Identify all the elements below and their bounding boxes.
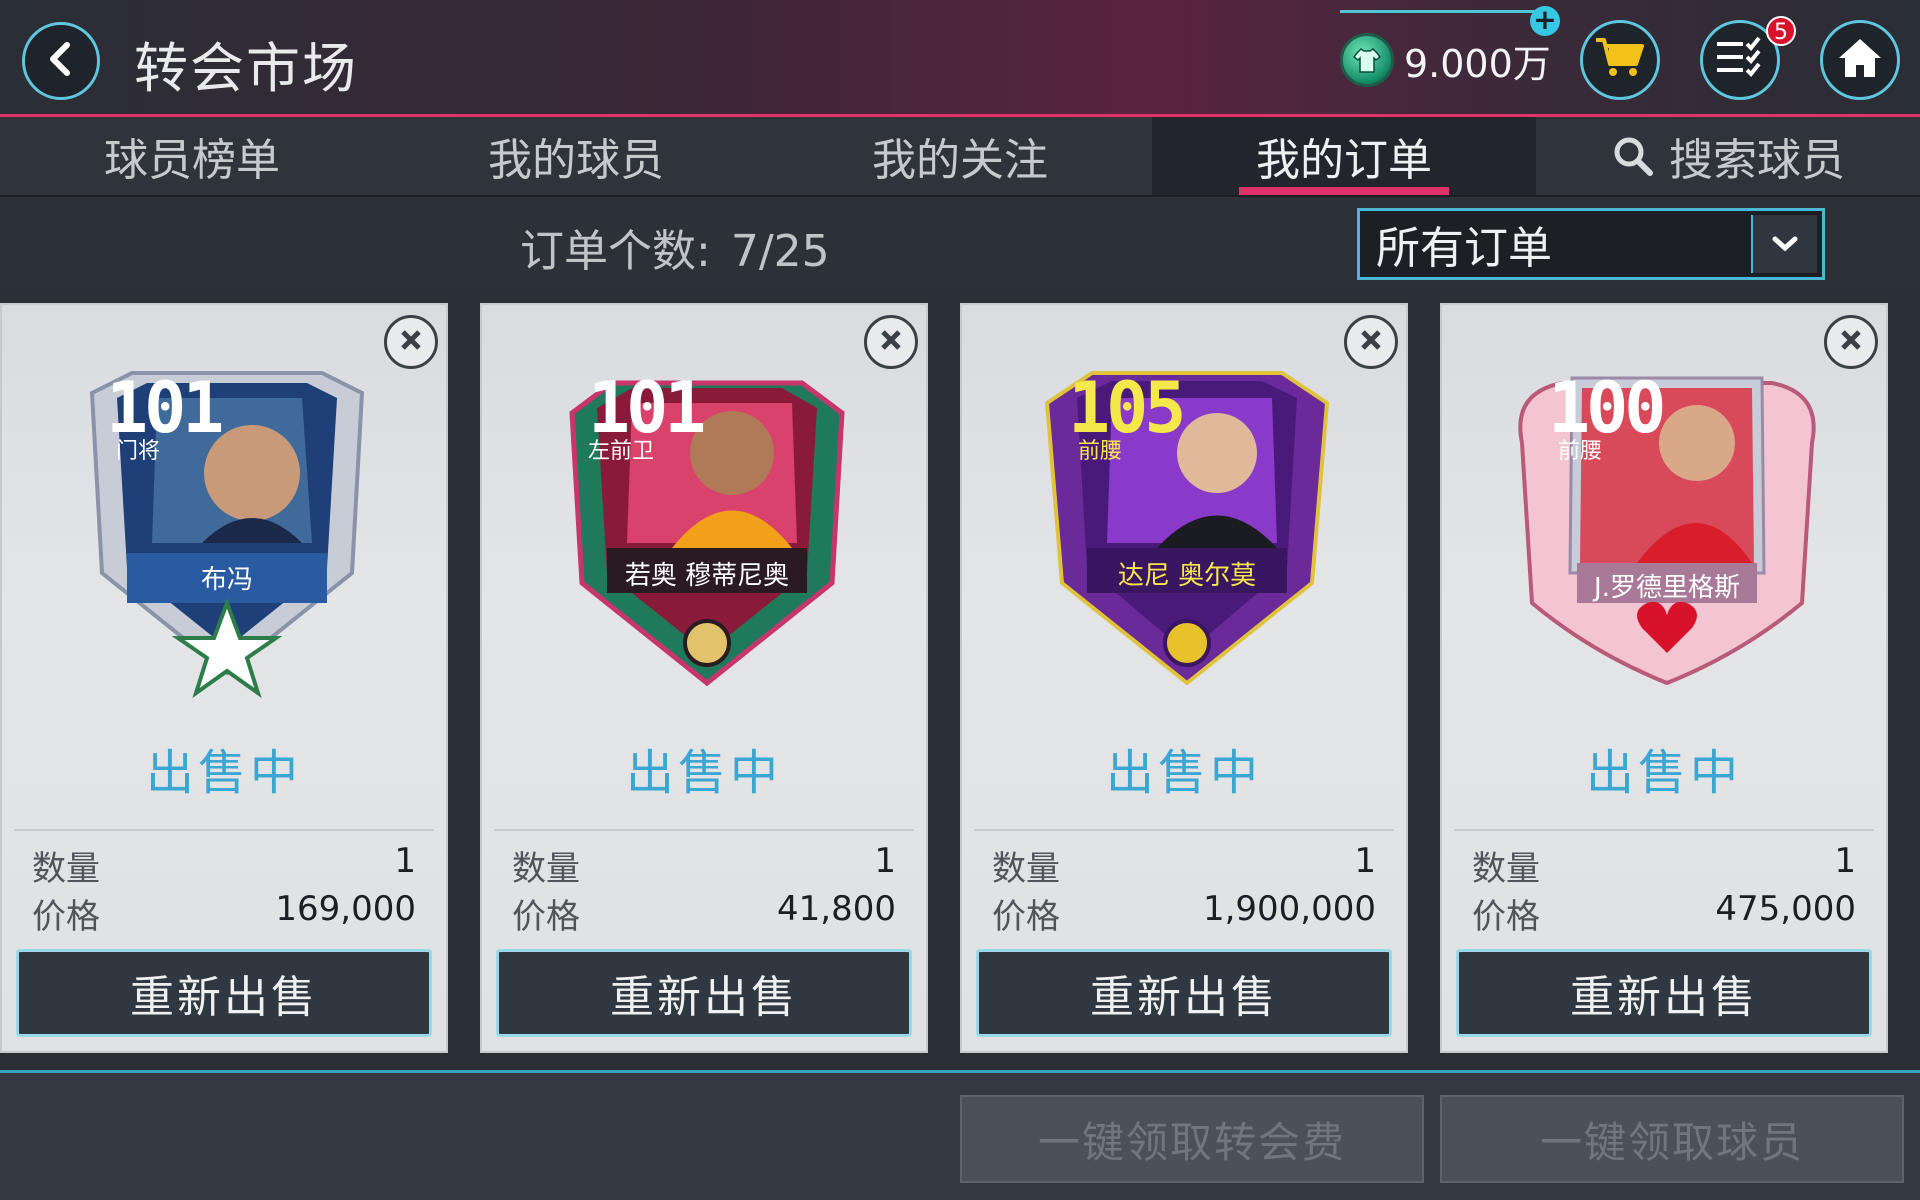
resell-button[interactable]: 重新出售 (496, 949, 912, 1037)
order-card: 101 门将 布冯 出售中 数量 1 价格 169,000 重新出售 (0, 303, 448, 1053)
coin-amount: 9.000万 (1404, 41, 1551, 86)
chevron-down-icon[interactable] (1751, 215, 1817, 273)
sale-status: 出售中 (625, 745, 782, 801)
tab-my-players[interactable]: 我的球员 (384, 117, 768, 195)
price-row: 价格 169,000 (32, 889, 416, 938)
player-card-art: 100 前腰 J.罗德里格斯 (1502, 353, 1832, 713)
order-card-list: 101 门将 布冯 出售中 数量 1 价格 169,000 重新出售 101 左… (0, 303, 1920, 1055)
order-card: 105 前腰 达尼 奥尔莫 出售中 数量 1 价格 1,900,000 重新出售 (960, 303, 1408, 1053)
top-bar: 转会市场 + 9.000万 5 (0, 0, 1920, 117)
quantity-label: 数量 (32, 849, 100, 889)
price-label: 价格 (992, 897, 1060, 937)
player-card-art: 101 门将 布冯 (62, 353, 392, 713)
price-value: 1,900,000 (1202, 889, 1376, 929)
order-toolbar: 订单个数: 7/25 所有订单 (0, 195, 1920, 287)
quantity-label: 数量 (992, 849, 1060, 889)
remove-order-button[interactable] (1344, 315, 1398, 369)
tab-my-watchlist[interactable]: 我的关注 (768, 117, 1152, 195)
price-value: 169,000 (275, 889, 416, 929)
quantity-row: 数量 1 (992, 841, 1376, 890)
coin-balance: 9.000万 (1340, 30, 1551, 90)
quantity-label: 数量 (1472, 849, 1540, 889)
close-icon (1838, 327, 1864, 357)
remove-order-button[interactable] (1824, 315, 1878, 369)
price-value: 475,000 (1715, 889, 1856, 929)
order-count-label: 订单个数: (520, 226, 711, 277)
sale-status: 出售中 (1585, 745, 1742, 801)
tab-my-orders[interactable]: 我的订单 (1152, 117, 1536, 195)
quantity-value: 1 (1834, 841, 1856, 881)
quantity-row: 数量 1 (1472, 841, 1856, 890)
quantity-label: 数量 (512, 849, 580, 889)
quantity-value: 1 (874, 841, 896, 881)
tab-label: 我的关注 (872, 135, 1048, 186)
close-icon (878, 327, 904, 357)
divider (494, 829, 914, 831)
remove-order-button[interactable] (384, 315, 438, 369)
tab-label: 球员榜单 (104, 135, 280, 186)
divider (14, 829, 434, 831)
quantity-row: 数量 1 (512, 841, 896, 890)
price-value: 41,800 (777, 889, 896, 929)
order-count-value: 7/25 (730, 226, 830, 277)
jersey-coin-icon (1340, 33, 1394, 87)
bottom-action-bar: 一键领取转会费 一键领取球员 (0, 1070, 1920, 1200)
notification-badge: 5 (1766, 16, 1796, 46)
home-button[interactable] (1820, 20, 1900, 100)
resell-button[interactable]: 重新出售 (16, 949, 432, 1037)
chevron-left-icon (41, 39, 81, 83)
tab-label: 我的球员 (488, 135, 664, 186)
tab-bar: 球员榜单 我的球员 我的关注 我的订单 搜索球员 (0, 117, 1920, 195)
tab-label: 我的订单 (1256, 135, 1432, 186)
close-icon (1358, 327, 1384, 357)
divider (974, 829, 1394, 831)
order-filter-value: 所有订单 (1376, 223, 1552, 274)
player-name: 若奥 穆蒂尼奥 (624, 561, 790, 591)
player-position: 前腰 (1078, 439, 1123, 464)
player-position: 门将 (116, 439, 161, 464)
divider (1454, 829, 1874, 831)
close-icon (398, 327, 424, 357)
price-row: 价格 475,000 (1472, 889, 1856, 938)
player-position: 左前卫 (588, 439, 655, 464)
claim-transfer-fee-button[interactable]: 一键领取转会费 (960, 1095, 1424, 1183)
price-label: 价格 (512, 897, 580, 937)
cart-icon (1594, 36, 1646, 84)
home-icon (1836, 36, 1884, 84)
tab-search-players[interactable]: 搜索球员 (1536, 117, 1920, 195)
player-position: 前腰 (1558, 439, 1603, 464)
quantity-value: 1 (1354, 841, 1376, 881)
player-card-art: 105 前腰 达尼 奥尔莫 (1022, 353, 1352, 713)
claim-players-button[interactable]: 一键领取球员 (1440, 1095, 1904, 1183)
remove-order-button[interactable] (864, 315, 918, 369)
shop-cart-button[interactable] (1580, 20, 1660, 100)
quantity-row: 数量 1 (32, 841, 416, 890)
checklist-icon (1715, 36, 1765, 84)
price-label: 价格 (1472, 897, 1540, 937)
sale-status: 出售中 (1105, 745, 1262, 801)
quantity-value: 1 (394, 841, 416, 881)
player-name: 达尼 奥尔莫 (1117, 561, 1257, 591)
order-filter-dropdown[interactable]: 所有订单 (1357, 208, 1825, 280)
page-title: 转会市场 (134, 37, 358, 100)
tab-label: 搜索球员 (1669, 135, 1845, 186)
player-name: J.罗德里格斯 (1594, 573, 1740, 603)
resell-button[interactable]: 重新出售 (976, 949, 1392, 1037)
player-name: 布冯 (200, 565, 253, 595)
back-button[interactable] (22, 22, 100, 100)
order-card: 100 前腰 J.罗德里格斯 出售中 数量 1 价格 475,000 重新出售 (1440, 303, 1888, 1053)
resell-button[interactable]: 重新出售 (1456, 949, 1872, 1037)
player-card-art: 101 左前卫 若奥 穆蒂尼奥 (542, 353, 872, 713)
price-label: 价格 (32, 897, 100, 937)
price-row: 价格 41,800 (512, 889, 896, 938)
order-card: 101 左前卫 若奥 穆蒂尼奥 出售中 数量 1 价格 41,800 重新出售 (480, 303, 928, 1053)
coin-divider (1340, 10, 1540, 13)
tab-player-rankings[interactable]: 球员榜单 (0, 117, 384, 195)
order-count: 订单个数: 7/25 (520, 215, 830, 279)
sale-status: 出售中 (145, 745, 302, 801)
search-icon (1611, 134, 1655, 178)
price-row: 价格 1,900,000 (992, 889, 1376, 938)
